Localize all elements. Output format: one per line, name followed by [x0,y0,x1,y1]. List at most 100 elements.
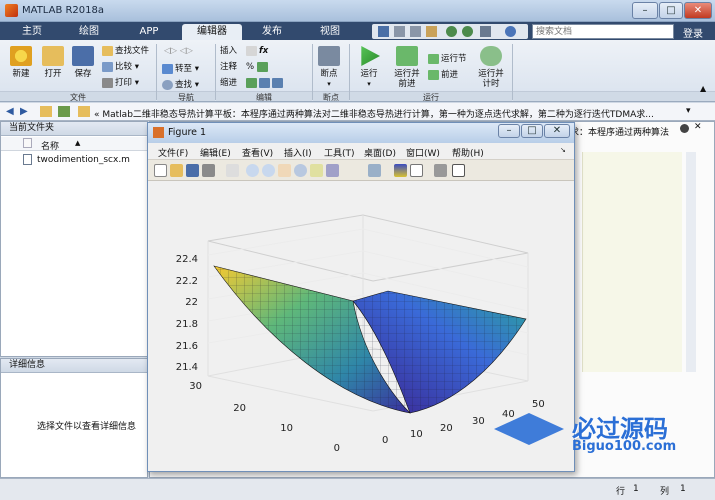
editor-ribbon: 新建 打开 保存 查找文件 比较 ▾ 打印 ▾ 文件 ◁▷ ◁▷ 转至 ▾ 查找… [0,40,715,102]
brush-icon[interactable] [326,164,339,177]
search-input[interactable] [532,24,674,39]
menu-tools[interactable]: 工具(T) [324,146,355,159]
pointer-icon[interactable] [226,164,239,177]
matlab-logo-icon [5,4,18,17]
indent-icon [246,77,257,88]
folder-icon [42,46,64,66]
menu-dock-icon[interactable]: ↘ [560,146,566,154]
forward-icon[interactable]: ▶ [20,106,28,117]
tab-view[interactable]: 视图 [304,24,356,40]
comment-button[interactable]: 注释 [220,60,237,74]
run-section-button[interactable]: 运行节 [428,52,467,66]
redo-quick-icon[interactable] [462,26,473,37]
advance-icon [428,69,439,80]
back-icon[interactable]: ◀ [6,106,14,117]
new-figure-icon[interactable] [154,164,167,177]
indent-icons[interactable] [246,76,285,90]
tab-editor[interactable]: 编辑器 [182,24,242,40]
address-dropdown-icon[interactable]: ▾ [686,106,691,116]
tab-home[interactable]: 主页 [8,24,56,40]
advance-button[interactable]: 前进 [428,68,458,82]
menu-help[interactable]: 帮助(H) [452,146,484,159]
run-time-button[interactable]: 运行并 计时 [474,46,508,89]
tab-plots[interactable]: 绘图 [64,24,114,40]
open-file-icon[interactable] [170,164,183,177]
vertical-scrollbar[interactable] [686,152,696,372]
maximize-button[interactable]: □ [659,2,683,19]
paste-quick-icon[interactable] [426,26,437,37]
comment-icon [256,61,268,72]
switch-windows-icon[interactable] [480,26,491,37]
copy-quick-icon[interactable] [410,26,421,37]
menu-desktop[interactable]: 桌面(D) [364,146,396,159]
figure-logo-icon [153,127,164,138]
link-plot-icon[interactable] [368,164,381,177]
address-path[interactable]: « Matlab二维非稳态导热计算平板：本程序通过两种算法对二维非稳态导热进行计… [94,107,682,120]
pane-close-icon[interactable]: ✕ [694,122,702,132]
watermark-sub: Biguo100.com [572,439,677,454]
insert-button[interactable]: 插入 [220,44,237,58]
x-tick: 20 [440,423,453,434]
browse-folder-icon[interactable] [58,106,70,117]
close-button[interactable]: ✕ [684,2,712,19]
menu-window[interactable]: 窗口(W) [406,146,440,159]
save-button[interactable]: 保存 [68,46,98,79]
ribbon-collapse-icon[interactable]: ▲ [700,84,706,93]
figure-close-button[interactable]: ✕ [544,124,570,138]
login-button[interactable]: 登录 [683,25,703,40]
colorbar-icon[interactable] [394,164,407,177]
row-label: 行 [616,487,626,497]
save-figure-icon[interactable] [186,164,199,177]
undo-quick-icon[interactable] [446,26,457,37]
indent-button[interactable]: 缩进 [220,76,237,90]
minimize-button[interactable]: – [632,2,658,19]
figure-maximize-button[interactable]: □ [521,124,543,138]
data-cursor-icon[interactable] [310,164,323,177]
find-files-button[interactable]: 查找文件 [102,44,149,58]
percent-button[interactable]: % [246,60,270,74]
find-icon [162,79,173,90]
zoom-out-icon[interactable] [262,164,275,177]
y-tick: 20 [233,403,246,414]
figure-title-bar: Figure 1 – □ ✕ [148,123,574,143]
new-button[interactable]: 新建 [6,46,36,79]
y-tick: 30 [189,381,202,392]
breakpoints-button[interactable]: 断点 ▾ [314,46,344,89]
pan-icon[interactable] [278,164,291,177]
menu-view[interactable]: 查看(V) [242,146,273,159]
current-folder-title: 当前文件夹 [1,122,147,136]
help-icon[interactable] [505,26,516,37]
legend-icon[interactable] [410,164,423,177]
up-folder-icon[interactable] [40,106,52,117]
pane-menu-icon[interactable] [680,124,689,133]
hide-plot-tools-icon[interactable] [434,164,447,177]
run-section-icon [428,53,439,64]
list-item[interactable]: twodimention_scx.m [5,153,145,167]
menu-insert[interactable]: 插入(I) [284,146,312,159]
menu-edit[interactable]: 编辑(E) [200,146,231,159]
row-value: 1 [633,484,639,494]
run-button[interactable]: 运行 ▾ [354,46,384,89]
open-button[interactable]: 打开 [38,46,68,79]
run-advance-button[interactable]: 运行并 前进 [390,46,424,89]
tab-publish[interactable]: 发布 [246,24,298,40]
save-quick-icon[interactable] [378,26,389,37]
fx-button[interactable]: fx [246,44,268,58]
run-icon [361,46,380,66]
details-pane: 详细信息 选择文件以查看详细信息 [0,358,148,478]
find-button[interactable]: 查找 ▾ [162,78,199,92]
compare-button[interactable]: 比较 ▾ [102,60,139,74]
y-axis-labels: 30 20 10 0 [189,381,340,454]
print-button[interactable]: 打印 ▾ [102,76,139,90]
menu-file[interactable]: 文件(F) [158,146,188,159]
cut-quick-icon[interactable] [394,26,405,37]
zoom-in-icon[interactable] [246,164,259,177]
details-empty-text: 选择文件以查看详细信息 [37,422,137,432]
tab-apps[interactable]: APP [122,24,176,40]
rotate-icon[interactable] [294,164,307,177]
goto-button[interactable]: 转至 ▾ [162,62,199,76]
figure-minimize-button[interactable]: – [498,124,520,138]
show-plot-tools-icon[interactable] [452,164,465,177]
column-header[interactable]: 名称 ▲ [1,137,147,152]
print-figure-icon[interactable] [202,164,215,177]
